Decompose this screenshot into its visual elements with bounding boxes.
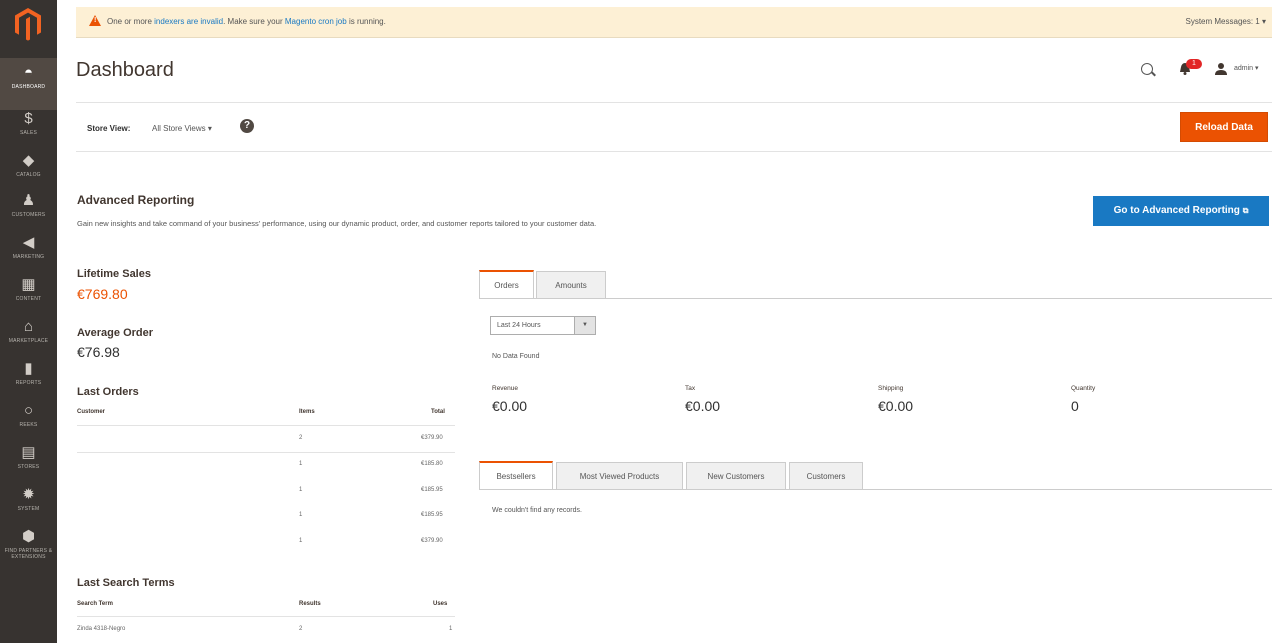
- row-divider: [77, 425, 455, 426]
- tax-label: Tax: [685, 385, 696, 392]
- nav-label: Customers: [11, 212, 46, 218]
- dashboard-icon: ◓: [23, 64, 34, 81]
- reload-data-button[interactable]: Reload Data: [1180, 112, 1268, 142]
- admin-sidebar: ◓ Dashboard $ Sales ◆ Catalog ♟ Customer…: [0, 0, 57, 643]
- nav-label: Catalog: [16, 172, 41, 178]
- row-divider: [77, 452, 455, 453]
- nav-label: Marketplace: [8, 338, 49, 344]
- column-header-total: Total: [431, 409, 445, 415]
- advanced-reporting-description: Gain new insights and take command of yo…: [77, 219, 597, 228]
- system-messages-toggle[interactable]: System Messages: 1 ▾: [1186, 17, 1267, 26]
- order-total: €185.95: [421, 487, 443, 493]
- user-icon[interactable]: [1214, 62, 1228, 76]
- order-items: 1: [299, 487, 303, 493]
- nav-label: Sales: [19, 130, 38, 136]
- divider: [76, 151, 1272, 152]
- store-view-switcher[interactable]: All Store Views ▾: [152, 124, 212, 133]
- order-total: €185.95: [421, 512, 443, 518]
- search-uses: 1: [449, 626, 453, 632]
- tax-value: €0.00: [685, 398, 721, 414]
- chevron-down-icon: ▼: [574, 317, 595, 334]
- nav-label: System: [17, 506, 40, 512]
- nav-dashboard[interactable]: ◓ Dashboard: [0, 58, 57, 110]
- indexers-link[interactable]: indexers are invalid: [154, 17, 223, 26]
- dollar-icon: $: [24, 110, 33, 127]
- nav-label: Marketing: [12, 254, 45, 260]
- system-message-text: One or more indexers are invalid. Make s…: [107, 17, 386, 26]
- average-order-value: €76.98: [77, 344, 120, 360]
- order-items: 1: [299, 512, 303, 518]
- advanced-reporting-title: Advanced Reporting: [77, 193, 195, 207]
- magento-logo[interactable]: [13, 6, 43, 42]
- nav-label: Reports: [15, 380, 42, 386]
- store-view-label: Store View:: [87, 124, 131, 133]
- row-divider: [77, 616, 455, 617]
- external-link-icon: ⧉: [1242, 206, 1249, 215]
- cube-icon: ◆: [22, 152, 35, 169]
- column-header-customer: Customer: [77, 409, 106, 415]
- average-order-label: Average Order: [77, 327, 154, 339]
- search-results: 2: [299, 626, 303, 632]
- nav-label: Find Partners & Extensions: [4, 548, 53, 560]
- storefront-icon: ⌂: [23, 318, 34, 335]
- order-total: €185.80: [421, 461, 443, 467]
- order-items: 2: [299, 435, 303, 441]
- go-to-advanced-reporting-button[interactable]: Go to Advanced Reporting ⧉: [1093, 196, 1269, 226]
- nav-partners[interactable]: ⬢ Find Partners & Extensions: [0, 522, 57, 572]
- empty-records-message: We couldn't find any records.: [492, 507, 582, 514]
- bar-chart-icon: ▮: [24, 360, 33, 377]
- tab-most-viewed-products[interactable]: Most Viewed Products: [556, 462, 683, 490]
- tab-amounts[interactable]: Amounts: [536, 271, 606, 299]
- layout-icon: ▦: [21, 276, 36, 293]
- person-icon: ♟: [21, 192, 36, 209]
- tab-divider: [479, 489, 1272, 490]
- order-items: 1: [299, 461, 303, 467]
- lifetime-sales-label: Lifetime Sales: [77, 268, 151, 280]
- divider: [76, 102, 1272, 103]
- no-data-message: No Data Found: [492, 353, 540, 360]
- hexagon-icon: ⬢: [21, 528, 36, 545]
- column-header-uses: Uses: [433, 601, 448, 607]
- shipping-label: Shipping: [878, 385, 904, 392]
- period-select[interactable]: Last 24 Hours ▼: [490, 316, 596, 335]
- shipping-value: €0.00: [878, 398, 914, 414]
- page-title: Dashboard: [76, 59, 174, 81]
- tab-new-customers[interactable]: New Customers: [686, 462, 786, 490]
- tab-divider: [479, 298, 1272, 299]
- column-header-results: Results: [299, 601, 321, 607]
- last-orders-title: Last Orders: [77, 386, 139, 398]
- nav-label: Dashboard: [11, 84, 46, 90]
- nav-label: Stores: [17, 464, 40, 470]
- notification-count-badge[interactable]: 1: [1186, 59, 1202, 69]
- column-header-search-term: Search Term: [77, 601, 113, 607]
- order-total: €379.90: [421, 435, 443, 441]
- quantity-label: Quantity: [1071, 385, 1096, 392]
- gear-icon: ✹: [22, 486, 35, 503]
- tab-bestsellers[interactable]: Bestsellers: [479, 461, 553, 489]
- search-term: Zinda 4318-Negro: [77, 626, 126, 632]
- order-items: 1: [299, 538, 303, 544]
- revenue-label: Revenue: [492, 385, 519, 392]
- nav-label: Content: [15, 296, 42, 302]
- store-icon: ▤: [21, 444, 36, 461]
- help-icon[interactable]: ?: [240, 119, 254, 133]
- tab-customers[interactable]: Customers: [789, 462, 863, 490]
- quantity-value: 0: [1071, 398, 1079, 414]
- revenue-value: €0.00: [492, 398, 528, 414]
- column-header-items: Items: [299, 409, 315, 415]
- last-search-terms-title: Last Search Terms: [77, 577, 175, 589]
- admin-user-menu[interactable]: admin ▾: [1234, 64, 1259, 72]
- lifetime-sales-value: €769.80: [77, 286, 128, 302]
- cron-job-link[interactable]: Magento cron job: [285, 17, 347, 26]
- order-total: €379.90: [421, 538, 443, 544]
- system-message-bar: ! One or more indexers are invalid. Make…: [76, 7, 1272, 38]
- search-icon[interactable]: [1141, 63, 1153, 75]
- megaphone-icon: ◀: [22, 234, 35, 251]
- nav-label: Reeks: [19, 422, 38, 428]
- circle-icon: ○: [23, 402, 34, 419]
- tab-orders[interactable]: Orders: [479, 270, 534, 298]
- warning-icon: !: [89, 15, 101, 26]
